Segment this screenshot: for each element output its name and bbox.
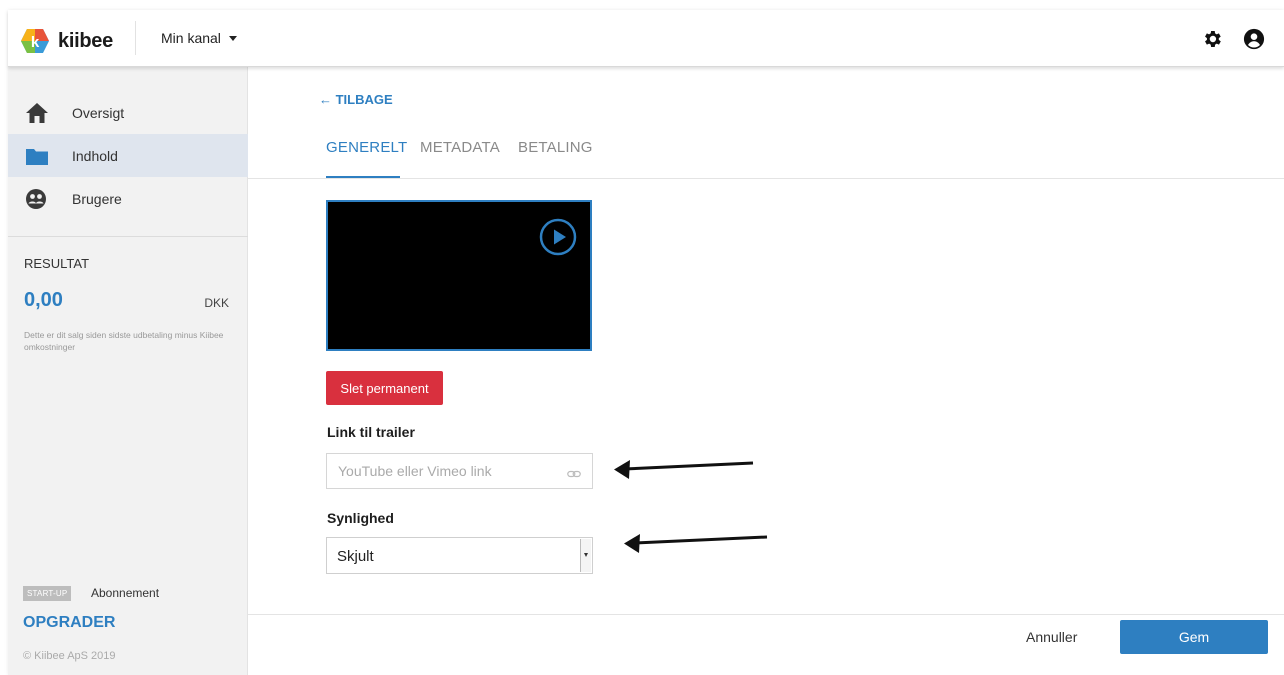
caret-down-icon xyxy=(228,35,237,41)
annotation-arrow-icon xyxy=(614,460,754,479)
svg-text:k: k xyxy=(31,34,40,51)
sidebar-item-oversigt[interactable]: Oversigt xyxy=(8,91,248,134)
sidebar-item-label: Brugere xyxy=(72,190,122,207)
plan-label: Abonnement xyxy=(91,586,160,600)
back-link[interactable]: ← TILBAGE xyxy=(319,92,393,107)
visibility-label: Synlighed xyxy=(327,510,394,526)
video-preview[interactable] xyxy=(326,200,592,351)
logo[interactable]: k kiibee xyxy=(20,28,113,54)
upgrade-link[interactable]: OPGRADER xyxy=(23,614,115,632)
copyright: © Kiibee ApS 2019 xyxy=(23,650,116,662)
sidebar-item-brugere[interactable]: Brugere xyxy=(8,177,248,220)
folder-icon xyxy=(24,144,50,168)
trailer-link-field[interactable] xyxy=(326,453,593,489)
visibility-selected-value: Skjult xyxy=(337,548,374,565)
header-divider xyxy=(135,21,136,55)
result-description: Dette er dit salg siden sidste udbetalin… xyxy=(24,330,224,352)
save-button[interactable]: Gem xyxy=(1120,620,1268,654)
account-user-icon[interactable] xyxy=(1243,28,1265,50)
trailer-link-input[interactable] xyxy=(327,454,592,488)
top-bar: k kiibee Min kanal xyxy=(8,10,1284,67)
plan-badge: START-UP xyxy=(23,586,72,601)
tab-metadata[interactable]: METADATA xyxy=(420,139,500,156)
sidebar-divider xyxy=(8,236,248,237)
settings-gear-icon[interactable] xyxy=(1201,28,1223,50)
trailer-link-label: Link til trailer xyxy=(327,424,415,440)
logo-text: kiibee xyxy=(58,29,113,52)
home-icon xyxy=(24,101,50,125)
tab-betaling[interactable]: BETALING xyxy=(518,139,593,156)
visibility-select[interactable]: Skjult xyxy=(326,537,593,574)
tab-generelt[interactable]: GENERELT xyxy=(326,139,407,156)
annotation-arrow-icon xyxy=(624,534,768,553)
sidebar-item-indhold[interactable]: Indhold xyxy=(8,134,248,177)
channel-dropdown[interactable]: Min kanal xyxy=(161,30,237,46)
play-icon[interactable] xyxy=(539,218,577,256)
kiibee-logo-icon: k xyxy=(20,28,50,54)
result-value: 0,00 xyxy=(24,289,63,311)
select-arrow-icon xyxy=(580,539,591,572)
cancel-button[interactable]: Annuller xyxy=(1026,618,1077,656)
footer-divider xyxy=(248,614,1284,615)
channel-label: Min kanal xyxy=(161,30,221,46)
result-title: RESULTAT xyxy=(24,256,90,271)
result-currency: DKK xyxy=(204,296,229,310)
content-divider xyxy=(248,178,1284,179)
users-icon xyxy=(24,187,50,211)
sidebar: Oversigt Indhold Brugere RESULTAT 0,00 D… xyxy=(8,67,248,675)
delete-permanently-button[interactable]: Slet permanent xyxy=(326,371,443,405)
link-icon xyxy=(567,466,581,478)
sidebar-item-label: Oversigt xyxy=(72,104,125,121)
sidebar-item-label: Indhold xyxy=(72,147,118,164)
app-window: k kiibee Min kanal Oversigt Indhold Brug… xyxy=(8,10,1284,675)
